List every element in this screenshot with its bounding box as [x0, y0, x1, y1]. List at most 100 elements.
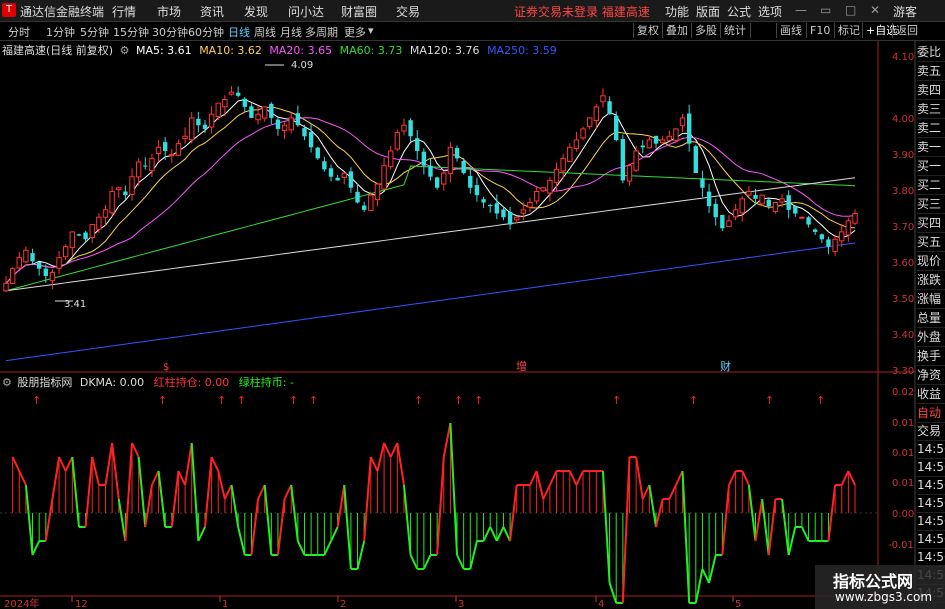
candle-body: [580, 128, 586, 139]
auto-trade-toggle[interactable]: 自动: [917, 405, 945, 423]
dkma-segment: [568, 470, 578, 486]
tool-diejia[interactable]: 叠加: [662, 23, 691, 38]
indicator-bars: [11, 422, 856, 604]
price-axis: 4.10 4.00 3.90 3.80 3.70 3.60 3.50 3.40 …: [892, 52, 914, 377]
tab-more[interactable]: 更多: [344, 24, 366, 40]
tab-monthly[interactable]: 月线: [280, 24, 302, 40]
buy-arrow-icon: ↑: [414, 394, 423, 407]
indicator-gear-icon[interactable]: ⚙: [2, 376, 12, 389]
candle-body: [295, 113, 301, 126]
candle-body: [481, 199, 486, 203]
dkma-segment: [601, 470, 611, 584]
tab-30min[interactable]: 30分钟: [152, 24, 188, 40]
menu-wenxiaoda[interactable]: 问小达: [288, 3, 324, 20]
tab-fenshi[interactable]: 分时: [8, 24, 30, 40]
kline-chart[interactable]: ↑ ↑ ↑ ↑ ↑ ↑ ↑ ↑ ↑ ↑ ↑ ↑ ↑ 4.10 4.00 3.90 3.80 3.70 3…: [0, 0, 945, 609]
candle-body: [593, 106, 600, 121]
minimize-icon[interactable]: —: [795, 3, 807, 17]
ma20-label: MA20: 3.65: [269, 44, 333, 57]
candle-body: [341, 172, 347, 179]
tool-fuquan[interactable]: 复权: [633, 23, 662, 38]
tool-tongji[interactable]: 统计: [720, 23, 749, 38]
menu-hangqing[interactable]: 行情: [112, 3, 136, 20]
event-marker[interactable]: 增: [516, 359, 527, 373]
tab-weekly[interactable]: 周线: [254, 24, 276, 40]
candle-body: [374, 183, 381, 201]
candle-body: [261, 106, 268, 119]
event-marker[interactable]: 财: [720, 359, 731, 373]
candle-body: [626, 165, 633, 182]
dkma-segment: [64, 456, 74, 472]
app-logo-icon: T: [2, 3, 16, 17]
menu-gongshi[interactable]: 公式: [727, 3, 751, 20]
restore-icon[interactable]: ▭: [820, 3, 831, 17]
settings-gear-icon[interactable]: ⚙: [120, 44, 130, 57]
candle-body: [813, 229, 818, 232]
tab-multi-period[interactable]: 多周期: [305, 24, 338, 40]
candle-body: [275, 119, 281, 129]
dkma-segment: [847, 470, 856, 486]
tab-15min[interactable]: 15分钟: [113, 24, 149, 40]
tool-biaoji[interactable]: 标记: [834, 23, 863, 38]
candle-body: [335, 177, 340, 181]
menu-zixun[interactable]: 资讯: [200, 3, 224, 20]
ma60-label: MA60: 3.73: [339, 44, 403, 57]
tick-time-row: 14:56: [917, 441, 945, 459]
ind-tick: -0.01: [888, 540, 914, 551]
chevron-down-icon[interactable]: ▾: [368, 24, 374, 37]
dkma-segment: [190, 442, 200, 542]
price-tick: 3.40: [892, 330, 914, 341]
buy-arrow-icon: ↑: [217, 394, 226, 407]
candle-body: [189, 117, 195, 141]
menu-jiaoyi[interactable]: 交易: [396, 3, 420, 20]
dkma-segment: [210, 456, 220, 472]
ma5-line: [5, 98, 856, 284]
x-tick: 2: [340, 599, 346, 609]
candle-body: [368, 194, 374, 211]
quote-row: 买一: [917, 157, 945, 176]
candle-body: [328, 168, 334, 177]
dkma-segment: [230, 484, 240, 528]
dkma-segment: [681, 470, 691, 604]
tool-huaxian[interactable]: 画线: [776, 23, 805, 38]
quote-row: 总量: [917, 309, 945, 328]
dkma-segment: [668, 484, 677, 500]
buy-arrow-icon: ↑: [32, 394, 41, 407]
tab-1min[interactable]: 1分钟: [46, 24, 75, 40]
menu-shichang[interactable]: 市场: [157, 3, 181, 20]
candlesticks: [3, 86, 858, 293]
back-button[interactable]: 返回: [892, 23, 921, 38]
event-marker[interactable]: $: [163, 362, 169, 373]
menu-gongneng[interactable]: 功能: [665, 3, 689, 20]
candle-body: [355, 191, 360, 203]
menu-banmian[interactable]: 版面: [696, 3, 720, 20]
dkma-segment: [721, 484, 730, 556]
menu-faxian[interactable]: 发现: [244, 3, 268, 20]
candle-body: [567, 146, 573, 162]
candle-body: [779, 198, 785, 203]
tab-daily[interactable]: 日线: [228, 24, 250, 40]
price-tick: 4.00: [892, 114, 914, 125]
quote-row: 收益: [917, 385, 945, 404]
tab-60min[interactable]: 60分钟: [188, 24, 224, 40]
candle-body: [633, 150, 639, 171]
menu-xuanxiang[interactable]: 选项: [758, 3, 782, 20]
buy-arrow-icon: ↑: [289, 394, 298, 407]
dkma-segment: [111, 442, 120, 500]
quote-row: 买五: [917, 233, 945, 252]
dkma-label: DKMA: 0.00: [79, 376, 145, 389]
quote-row: 净资: [917, 366, 945, 385]
tab-5min[interactable]: 5分钟: [80, 24, 109, 40]
dkma-segment: [223, 484, 233, 500]
tool-f10[interactable]: F10: [806, 23, 833, 38]
tool-duogu[interactable]: 多股: [691, 23, 720, 38]
maximize-icon[interactable]: □: [845, 3, 856, 17]
close-icon[interactable]: ✕: [870, 3, 880, 17]
user-label[interactable]: 游客: [893, 3, 917, 20]
candle-body: [302, 128, 307, 137]
menu-caifuquan[interactable]: 财富圈: [341, 3, 377, 20]
dkma-segment: [502, 526, 511, 542]
candle-body: [23, 249, 29, 263]
login-status[interactable]: 证券交易未登录 福建高速: [514, 3, 650, 20]
candle-body: [16, 257, 22, 269]
